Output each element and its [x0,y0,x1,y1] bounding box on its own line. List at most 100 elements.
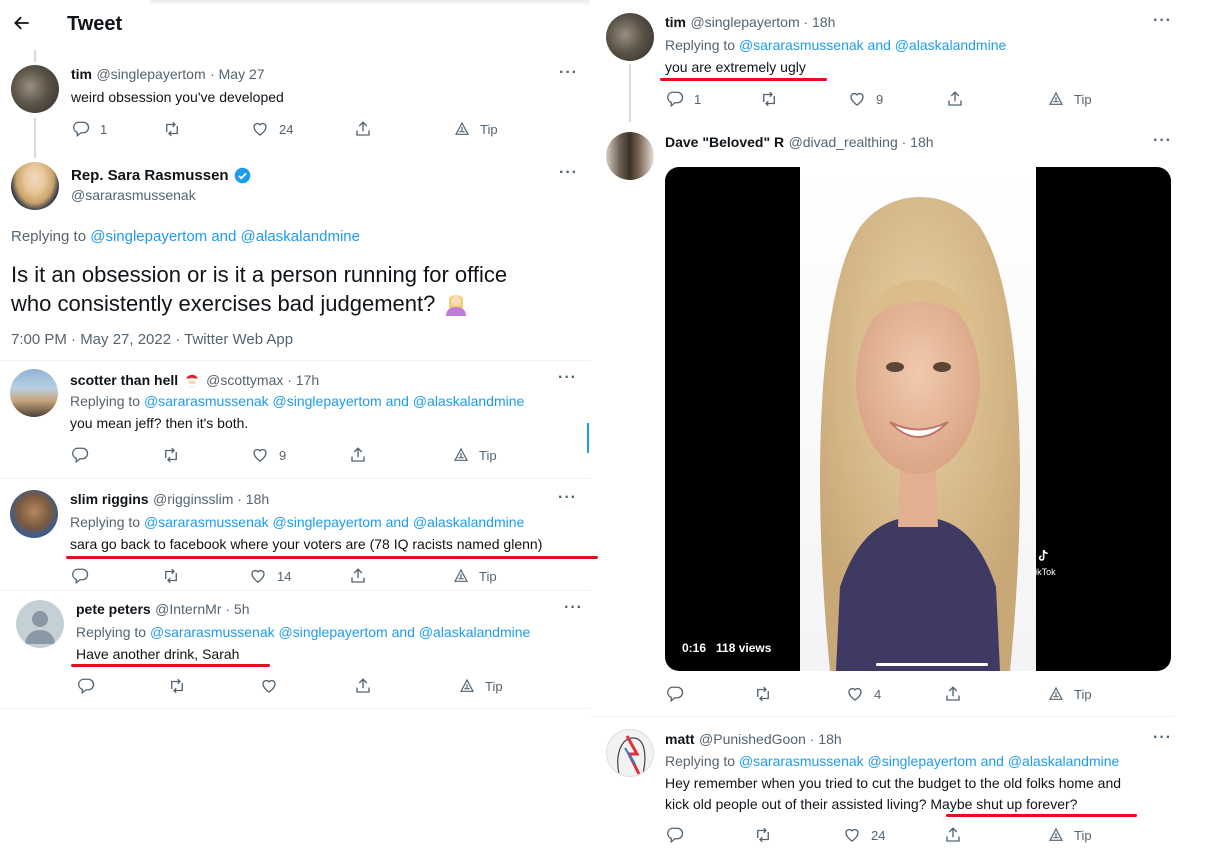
share-icon [349,446,367,464]
author-handle[interactable]: @singlepayertom · 18h [690,14,835,30]
reply-button[interactable] [71,567,89,585]
like-count: 9 [876,91,884,107]
video-player[interactable]: TikTok 0:16 118 views [665,167,1171,671]
author-name[interactable]: Rep. Sara Rasmussen [71,167,229,184]
more-options-icon[interactable]: ··· [564,599,583,617]
more-options-icon[interactable]: ··· [558,489,577,507]
retweet-button[interactable] [163,120,181,138]
more-options-icon[interactable]: ··· [1153,729,1172,747]
heart-icon [848,90,866,108]
author-name[interactable]: pete peters [76,601,151,617]
heart-icon [846,685,864,703]
retweet-button[interactable] [760,90,778,108]
reply-button[interactable] [77,677,95,695]
tweet-timestamp[interactable]: 7:00 PM · May 27, 2022 · Twitter Web App [11,331,293,348]
tip-button[interactable]: Tip [454,121,498,137]
author-handle[interactable]: @divad_realthing · 18h [789,134,934,150]
tweet-text-line1: Hey remember when you tried to cut the b… [665,775,1122,791]
author-handle[interactable]: @PunishedGoon · 18h [699,731,842,747]
reply-button[interactable]: 1 [72,120,107,138]
author-name[interactable]: matt [665,731,695,747]
like-button[interactable]: 9 [251,446,286,464]
tweet-text-line2: kick old people out of their assisted li… [665,796,1078,812]
divider [0,590,590,591]
red-underline [71,664,270,667]
tip-button[interactable]: Tip [1048,686,1092,702]
like-button[interactable]: 9 [848,90,883,108]
share-button[interactable] [944,826,962,844]
author-name[interactable]: scotter than hell [70,372,178,388]
avatar[interactable] [606,13,654,61]
replying-to-users[interactable]: @sararasmussenak @singlepayertom and @al… [144,393,524,409]
replying-to-users[interactable]: @sararasmussenak @singlepayertom and @al… [144,514,524,530]
retweet-button[interactable] [754,826,772,844]
avatar[interactable] [606,132,654,180]
author-handle[interactable]: @sararasmussenak [71,187,196,203]
tip-icon [1048,686,1064,702]
avatar[interactable] [10,369,58,417]
tweet-date[interactable]: · May 27 [210,66,264,82]
tip-button[interactable]: Tip [459,678,503,694]
replying-to-users[interactable]: @sararasmussenak @singlepayertom and @al… [150,624,530,640]
more-options-icon[interactable]: ··· [559,164,578,182]
retweet-button[interactable] [168,677,186,695]
share-button[interactable] [946,90,964,108]
tip-label: Tip [1074,686,1092,702]
avatar[interactable] [10,490,58,538]
tip-button[interactable]: Tip [1048,827,1092,843]
author-name[interactable]: Dave "Beloved" R [665,134,784,150]
share-button[interactable] [354,677,372,695]
share-icon [349,567,367,585]
tip-button[interactable]: Tip [453,447,497,463]
author-handle[interactable]: @rigginsslim · 18h [153,491,269,507]
avatar[interactable] [606,729,654,777]
retweet-button[interactable] [754,685,772,703]
author-handle[interactable]: @InternMr · 5h [155,601,249,617]
like-count: 14 [277,568,292,584]
share-button[interactable] [349,567,367,585]
share-icon [944,685,962,703]
retweet-button[interactable] [162,567,180,585]
like-button[interactable] [260,677,278,695]
retweet-button[interactable] [162,446,180,464]
like-button[interactable]: 4 [846,685,881,703]
heart-icon [249,567,267,585]
reply-button[interactable] [71,446,89,464]
retweet-icon [754,685,772,703]
tweet-text: weird obsession you've developed [71,89,284,105]
avatar[interactable] [16,600,64,648]
author-name[interactable]: slim riggins [70,491,149,507]
like-button[interactable]: 24 [251,120,293,138]
video-progress-bar[interactable] [876,663,988,666]
tip-button[interactable]: Tip [453,568,497,584]
reply-button[interactable] [666,685,684,703]
like-button[interactable]: 24 [843,826,885,844]
share-button[interactable] [354,120,372,138]
replying-to-users[interactable]: @singlepayertom and @alaskalandmine [90,228,360,245]
like-count: 9 [279,447,287,463]
share-button[interactable] [944,685,962,703]
author-handle[interactable]: @scottymax · 17h [206,372,319,388]
more-options-icon[interactable]: ··· [558,369,577,387]
like-button[interactable]: 14 [249,567,291,585]
more-options-icon[interactable]: ··· [1153,132,1172,150]
author-name[interactable]: tim [665,14,686,30]
replying-to-users[interactable]: @sararasmussenak and @alaskalandmine [739,37,1006,53]
avatar[interactable] [11,162,59,210]
reply-icon [666,826,684,844]
tip-button[interactable]: Tip [1048,91,1092,107]
replying-to-users[interactable]: @sararasmussenak @singlepayertom and @al… [739,753,1119,769]
more-options-icon[interactable]: ··· [559,64,578,82]
reply-icon [71,567,89,585]
more-options-icon[interactable]: ··· [1153,12,1172,30]
reply-button[interactable]: 1 [666,90,701,108]
avatar[interactable] [11,65,59,113]
share-button[interactable] [349,446,367,464]
author-handle[interactable]: @singlepayertom [96,66,205,82]
replying-to: Replying to @sararasmussenak @singlepaye… [76,624,531,640]
tip-icon [1048,91,1064,107]
share-icon [354,120,372,138]
back-arrow-icon[interactable] [12,13,32,38]
author-name[interactable]: tim [71,66,92,82]
reply-button[interactable] [666,826,684,844]
